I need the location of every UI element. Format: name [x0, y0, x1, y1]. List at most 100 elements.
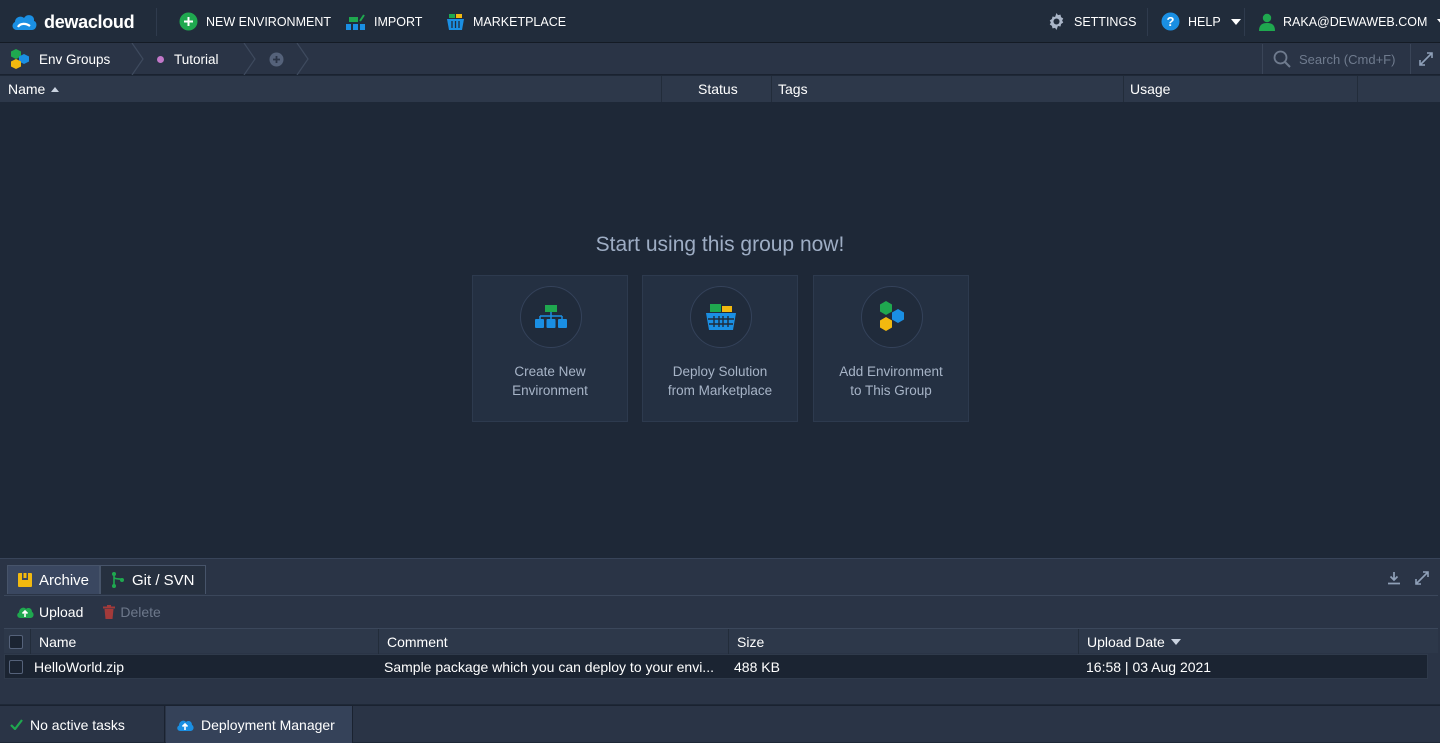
column-upload-date-label: Upload Date [1087, 633, 1165, 650]
card-label: Deploy Solution from Marketplace [643, 362, 797, 400]
upload-label: Upload [39, 604, 84, 620]
new-environment-label: NEW ENVIRONMENT [206, 14, 331, 29]
breadcrumb-separator-icon [243, 43, 256, 75]
card-label-line: Deploy Solution [672, 364, 768, 379]
card-icon-circle [690, 286, 752, 348]
add-subgroup-button[interactable] [269, 43, 284, 75]
marketplace-button[interactable]: MARKETPLACE [446, 0, 566, 43]
tab-git-svn-label: Git / SVN [132, 571, 195, 589]
breadcrumb-separator-icon [296, 43, 309, 75]
add-environment-to-group-card[interactable]: Add Environment to This Group [813, 275, 969, 422]
deployment-manager-label: Deployment Manager [201, 716, 335, 733]
search-input[interactable]: Search (Cmd+F) [1262, 44, 1408, 74]
breadcrumb-env-groups[interactable]: Env Groups [9, 43, 110, 75]
expand-button[interactable] [1410, 44, 1440, 74]
marketplace-basket-icon [706, 304, 736, 330]
expand-icon [1418, 52, 1433, 66]
gear-icon [1049, 12, 1064, 31]
trash-icon [103, 605, 116, 619]
column-header-name[interactable]: Name [30, 629, 378, 654]
column-name-label: Name [8, 81, 46, 97]
marketplace-label: MARKETPLACE [473, 14, 567, 29]
deployment-manager-panel: Archive Git / SVN Upload Delete Name Com… [0, 558, 1440, 704]
delete-button[interactable]: Delete [103, 604, 161, 620]
basket-icon [447, 13, 464, 30]
tasks-status[interactable]: No active tasks [0, 706, 165, 743]
expand-icon [1415, 571, 1429, 585]
breadcrumb: Env Groups Tutorial Search (Cmd+F) [0, 43, 1440, 75]
chevron-down-icon [1230, 18, 1241, 25]
brand-logo[interactable]: dewacloud [10, 9, 135, 35]
import-icon [346, 13, 365, 30]
brand-name: dewacloud [44, 11, 135, 32]
column-header-filler [1357, 76, 1440, 102]
tasks-status-label: No active tasks [30, 716, 125, 733]
breadcrumb-current-group[interactable]: Tutorial [157, 43, 219, 75]
download-button[interactable] [1385, 569, 1403, 587]
tab-git-svn[interactable]: Git / SVN [100, 565, 206, 594]
column-header-name[interactable]: Name [0, 76, 661, 102]
column-header-size[interactable]: Size [728, 629, 1078, 654]
add-circle-icon [269, 52, 284, 66]
group-dot-icon [157, 55, 164, 63]
new-environment-button[interactable]: NEW ENVIRONMENT [179, 0, 331, 43]
cloud-logo-icon [12, 15, 37, 30]
deployment-manager-tab[interactable]: Deployment Manager [166, 706, 353, 743]
environment-topology-icon [535, 305, 567, 328]
table-row[interactable]: HelloWorld.zip Sample package which you … [4, 654, 1428, 679]
plus-circle-icon [179, 12, 198, 31]
column-header-usage[interactable]: Usage [1123, 76, 1357, 102]
import-label: IMPORT [374, 14, 423, 29]
check-icon [10, 719, 23, 730]
svg-text:?: ? [1167, 14, 1175, 29]
column-header-status[interactable]: Status [661, 76, 771, 102]
column-header-tags[interactable]: Tags [771, 76, 1123, 102]
delete-label: Delete [120, 604, 161, 620]
download-icon [1388, 572, 1400, 585]
card-label: Add Environment to This Group [814, 362, 968, 400]
tab-archive-label: Archive [39, 571, 90, 589]
card-label-line: from Marketplace [667, 383, 773, 398]
user-menu[interactable]: RAKA@DEWAWEB.COM [1259, 0, 1440, 43]
environments-list-area: Start using this group now! Create New E… [0, 102, 1440, 558]
deploy-from-marketplace-card[interactable]: Deploy Solution from Marketplace [642, 275, 798, 422]
card-label-line: Add Environment [839, 364, 943, 379]
panel-expand-button[interactable] [1413, 569, 1431, 587]
card-label: Create New Environment [473, 362, 627, 400]
help-menu[interactable]: ? HELP [1161, 0, 1241, 43]
archive-icon [18, 573, 32, 587]
top-toolbar: dewacloud NEW ENVIRONMENT IMPORT MARKETP… [0, 0, 1440, 43]
select-all-cell [4, 629, 30, 654]
archive-size-cell: 488 KB [734, 658, 780, 675]
column-header-upload-date[interactable]: Upload Date [1078, 629, 1428, 654]
card-icon-circle [520, 286, 582, 348]
card-icon-circle [861, 286, 923, 348]
column-name-label: Name [39, 633, 77, 650]
import-button[interactable]: IMPORT [345, 0, 422, 43]
user-email: RAKA@DEWAWEB.COM [1283, 14, 1428, 29]
column-tags-label: Tags [778, 81, 808, 97]
archive-comment-cell: Sample package which you can deploy to y… [384, 658, 714, 675]
row-checkbox[interactable] [9, 659, 23, 674]
user-icon [1259, 13, 1275, 31]
breadcrumb-separator-icon [131, 43, 144, 75]
settings-button[interactable]: SETTINGS [1047, 0, 1137, 43]
help-label: HELP [1188, 14, 1221, 29]
card-label-line: Create New [514, 364, 586, 379]
column-header-comment[interactable]: Comment [378, 629, 728, 654]
search-placeholder: Search (Cmd+F) [1299, 51, 1396, 67]
archive-date-cell: 16:58 | 03 Aug 2021 [1086, 658, 1212, 675]
breadcrumb-env-groups-label: Env Groups [39, 51, 111, 67]
empty-state-title: Start using this group now! [595, 233, 845, 256]
column-status-label: Status [698, 81, 738, 97]
tab-archive[interactable]: Archive [7, 565, 101, 594]
cloud-upload-icon [177, 720, 194, 731]
create-new-environment-card[interactable]: Create New Environment [472, 275, 628, 422]
search-icon [1273, 50, 1291, 68]
archive-name-cell: HelloWorld.zip [34, 658, 124, 675]
card-label-line: to This Group [850, 383, 932, 398]
upload-button[interactable]: Upload [16, 604, 83, 620]
status-bar: No active tasks Deployment Manager [0, 705, 1440, 743]
select-all-checkbox[interactable] [9, 634, 23, 649]
archive-grid-header: Name Comment Size Upload Date [4, 628, 1438, 654]
